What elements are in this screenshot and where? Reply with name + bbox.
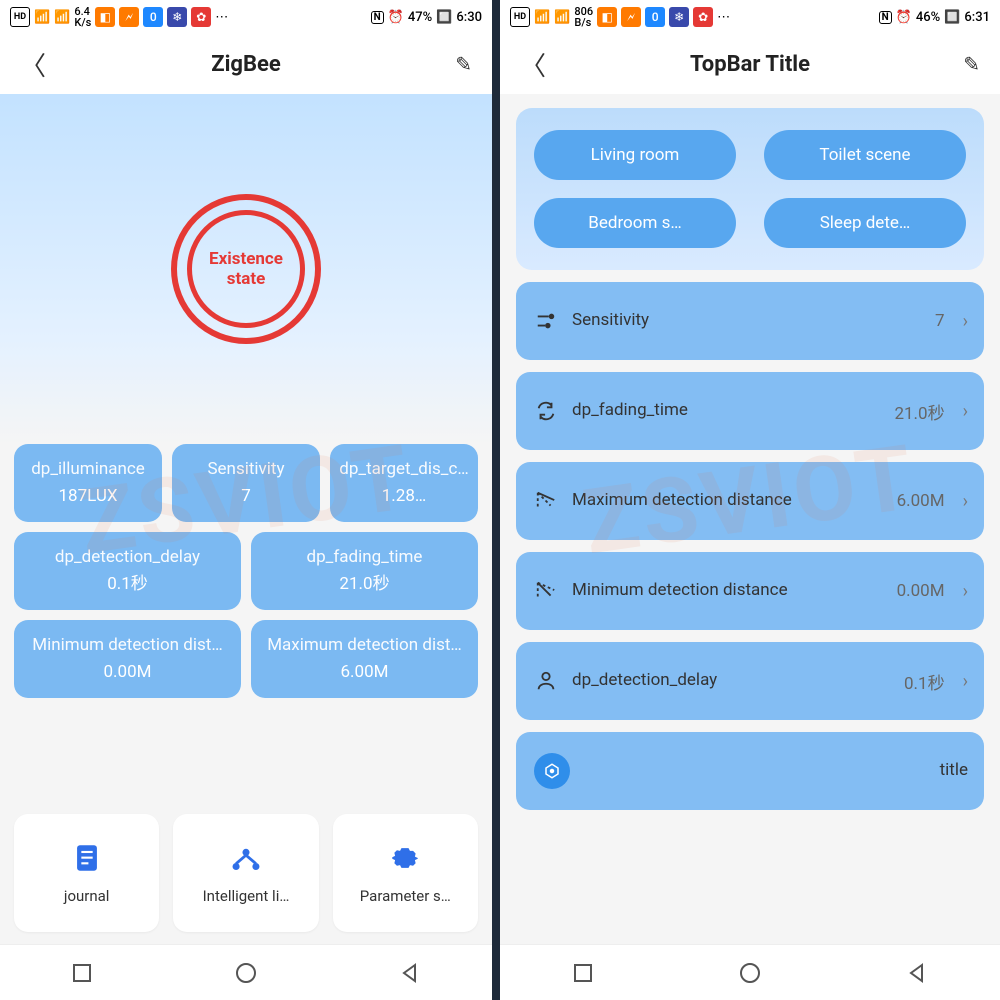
tile-target-dist[interactable]: dp_target_dis_c… 1.28… [330, 444, 478, 522]
app-icon-3: 0 [645, 7, 665, 27]
app-icon-5: ✿ [693, 7, 713, 27]
scene-bedroom[interactable]: Bedroom s… [534, 198, 736, 248]
scene-living-room[interactable]: Living room [534, 130, 736, 180]
app-icon-2: 🗲 [621, 7, 641, 27]
battery-pct: 47% [408, 10, 432, 25]
person-icon [535, 670, 557, 692]
nav-recent[interactable] [68, 959, 96, 987]
edit-button[interactable]: ✎ [442, 52, 472, 76]
app-icon-5: ✿ [191, 7, 211, 27]
nfc-icon: N [371, 11, 384, 24]
row-sensitivity[interactable]: Sensitivity 7 › [516, 282, 984, 360]
clock: 6:31 [964, 10, 990, 25]
chevron-right-icon: › [963, 581, 968, 602]
row-max-distance[interactable]: Maximum detection distance 6.00M › [516, 462, 984, 540]
existence-ring: Existence state [171, 194, 321, 344]
battery-pct: 46% [916, 10, 940, 25]
nav-home[interactable] [232, 959, 260, 987]
android-navbar [500, 944, 1000, 1000]
wifi-icon: 📶 [554, 10, 570, 25]
hex-settings-icon [534, 753, 570, 789]
chevron-right-icon: › [963, 491, 968, 512]
document-icon [70, 841, 104, 875]
hero-area: Existence state [0, 94, 492, 444]
app-icon-1: ◧ [95, 7, 115, 27]
wifi-icon: 📶 [54, 10, 70, 25]
app-icon-4: ❄ [669, 7, 689, 27]
hd-icon: HD [10, 7, 30, 27]
radar-max-icon [535, 490, 557, 512]
tile-max-dist[interactable]: Maximum detection dist… 6.00M [251, 620, 478, 698]
more-icon: ⋯ [717, 10, 730, 25]
row-min-distance[interactable]: Minimum detection distance 0.00M › [516, 552, 984, 630]
chevron-right-icon: › [963, 311, 968, 332]
chevron-right-icon: › [963, 401, 968, 422]
net-speed: 6.4 K/s [74, 6, 91, 28]
nav-back[interactable] [396, 959, 424, 987]
tile-sensitivity[interactable]: Sensitivity 7 [172, 444, 320, 522]
dp-tiles: dp_illuminance 187LUX Sensitivity 7 dp_t… [0, 444, 492, 698]
battery-icon: 🔲 [436, 10, 452, 25]
tile-min-dist[interactable]: Minimum detection dist… 0.00M [14, 620, 241, 698]
row-title[interactable]: title [516, 732, 984, 810]
edit-button[interactable]: ✎ [950, 52, 980, 76]
chevron-right-icon: › [963, 671, 968, 692]
nfc-icon: N [879, 11, 892, 24]
status-bar-left: HD 📶 📶 6.4 K/s ◧ 🗲 0 ❄ ✿ ⋯ N ⏰ 47% 🔲 6:3… [0, 0, 492, 34]
row-fading-time[interactable]: dp_fading_time 21.0秒 › [516, 372, 984, 450]
alarm-icon: ⏰ [896, 10, 912, 25]
radar-min-icon [535, 580, 557, 602]
topbar-right: 〈 TopBar Title ✎ [500, 34, 1000, 94]
page-title: TopBar Title [690, 52, 810, 77]
android-navbar [0, 944, 492, 1000]
app-icon-3: 0 [143, 7, 163, 27]
back-button[interactable]: 〈 [20, 46, 50, 83]
network-icon [229, 841, 263, 875]
tile-detection-delay[interactable]: dp_detection_delay 0.1秒 [14, 532, 241, 610]
nav-back[interactable] [903, 959, 931, 987]
sliders-icon [535, 310, 557, 332]
net-speed: 806 B/s [574, 6, 593, 28]
topbar-left: 〈 ZigBee ✎ [0, 34, 492, 94]
nav-recent[interactable] [569, 959, 597, 987]
existence-state-label: Existence state [187, 210, 305, 328]
parameter-card[interactable]: Parameter s… [333, 814, 478, 932]
tile-illuminance[interactable]: dp_illuminance 187LUX [14, 444, 162, 522]
more-icon: ⋯ [215, 10, 228, 25]
app-icon-2: 🗲 [119, 7, 139, 27]
journal-card[interactable]: journal [14, 814, 159, 932]
gear-icon [388, 841, 422, 875]
row-detection-delay[interactable]: dp_detection_delay 0.1秒 › [516, 642, 984, 720]
nav-home[interactable] [736, 959, 764, 987]
status-bar-right: HD 📶 📶 806 B/s ◧ 🗲 0 ❄ ✿ ⋯ N ⏰ 46% 🔲 6:3… [500, 0, 1000, 34]
hd-icon: HD [510, 7, 530, 27]
signal-icon: 📶 [534, 10, 550, 25]
scene-card: Living room Toilet scene Bedroom s… Slee… [516, 108, 984, 270]
clock: 6:30 [456, 10, 482, 25]
back-button[interactable]: 〈 [520, 46, 550, 83]
app-icon-1: ◧ [597, 7, 617, 27]
battery-icon: 🔲 [944, 10, 960, 25]
app-icon-4: ❄ [167, 7, 187, 27]
signal-icon: 📶 [34, 10, 50, 25]
tile-fading-time[interactable]: dp_fading_time 21.0秒 [251, 532, 478, 610]
scene-toilet[interactable]: Toilet scene [764, 130, 966, 180]
scene-sleep[interactable]: Sleep dete… [764, 198, 966, 248]
refresh-icon [535, 400, 557, 422]
alarm-icon: ⏰ [388, 10, 404, 25]
intelligent-card[interactable]: Intelligent li… [173, 814, 318, 932]
page-title: ZigBee [211, 52, 281, 77]
